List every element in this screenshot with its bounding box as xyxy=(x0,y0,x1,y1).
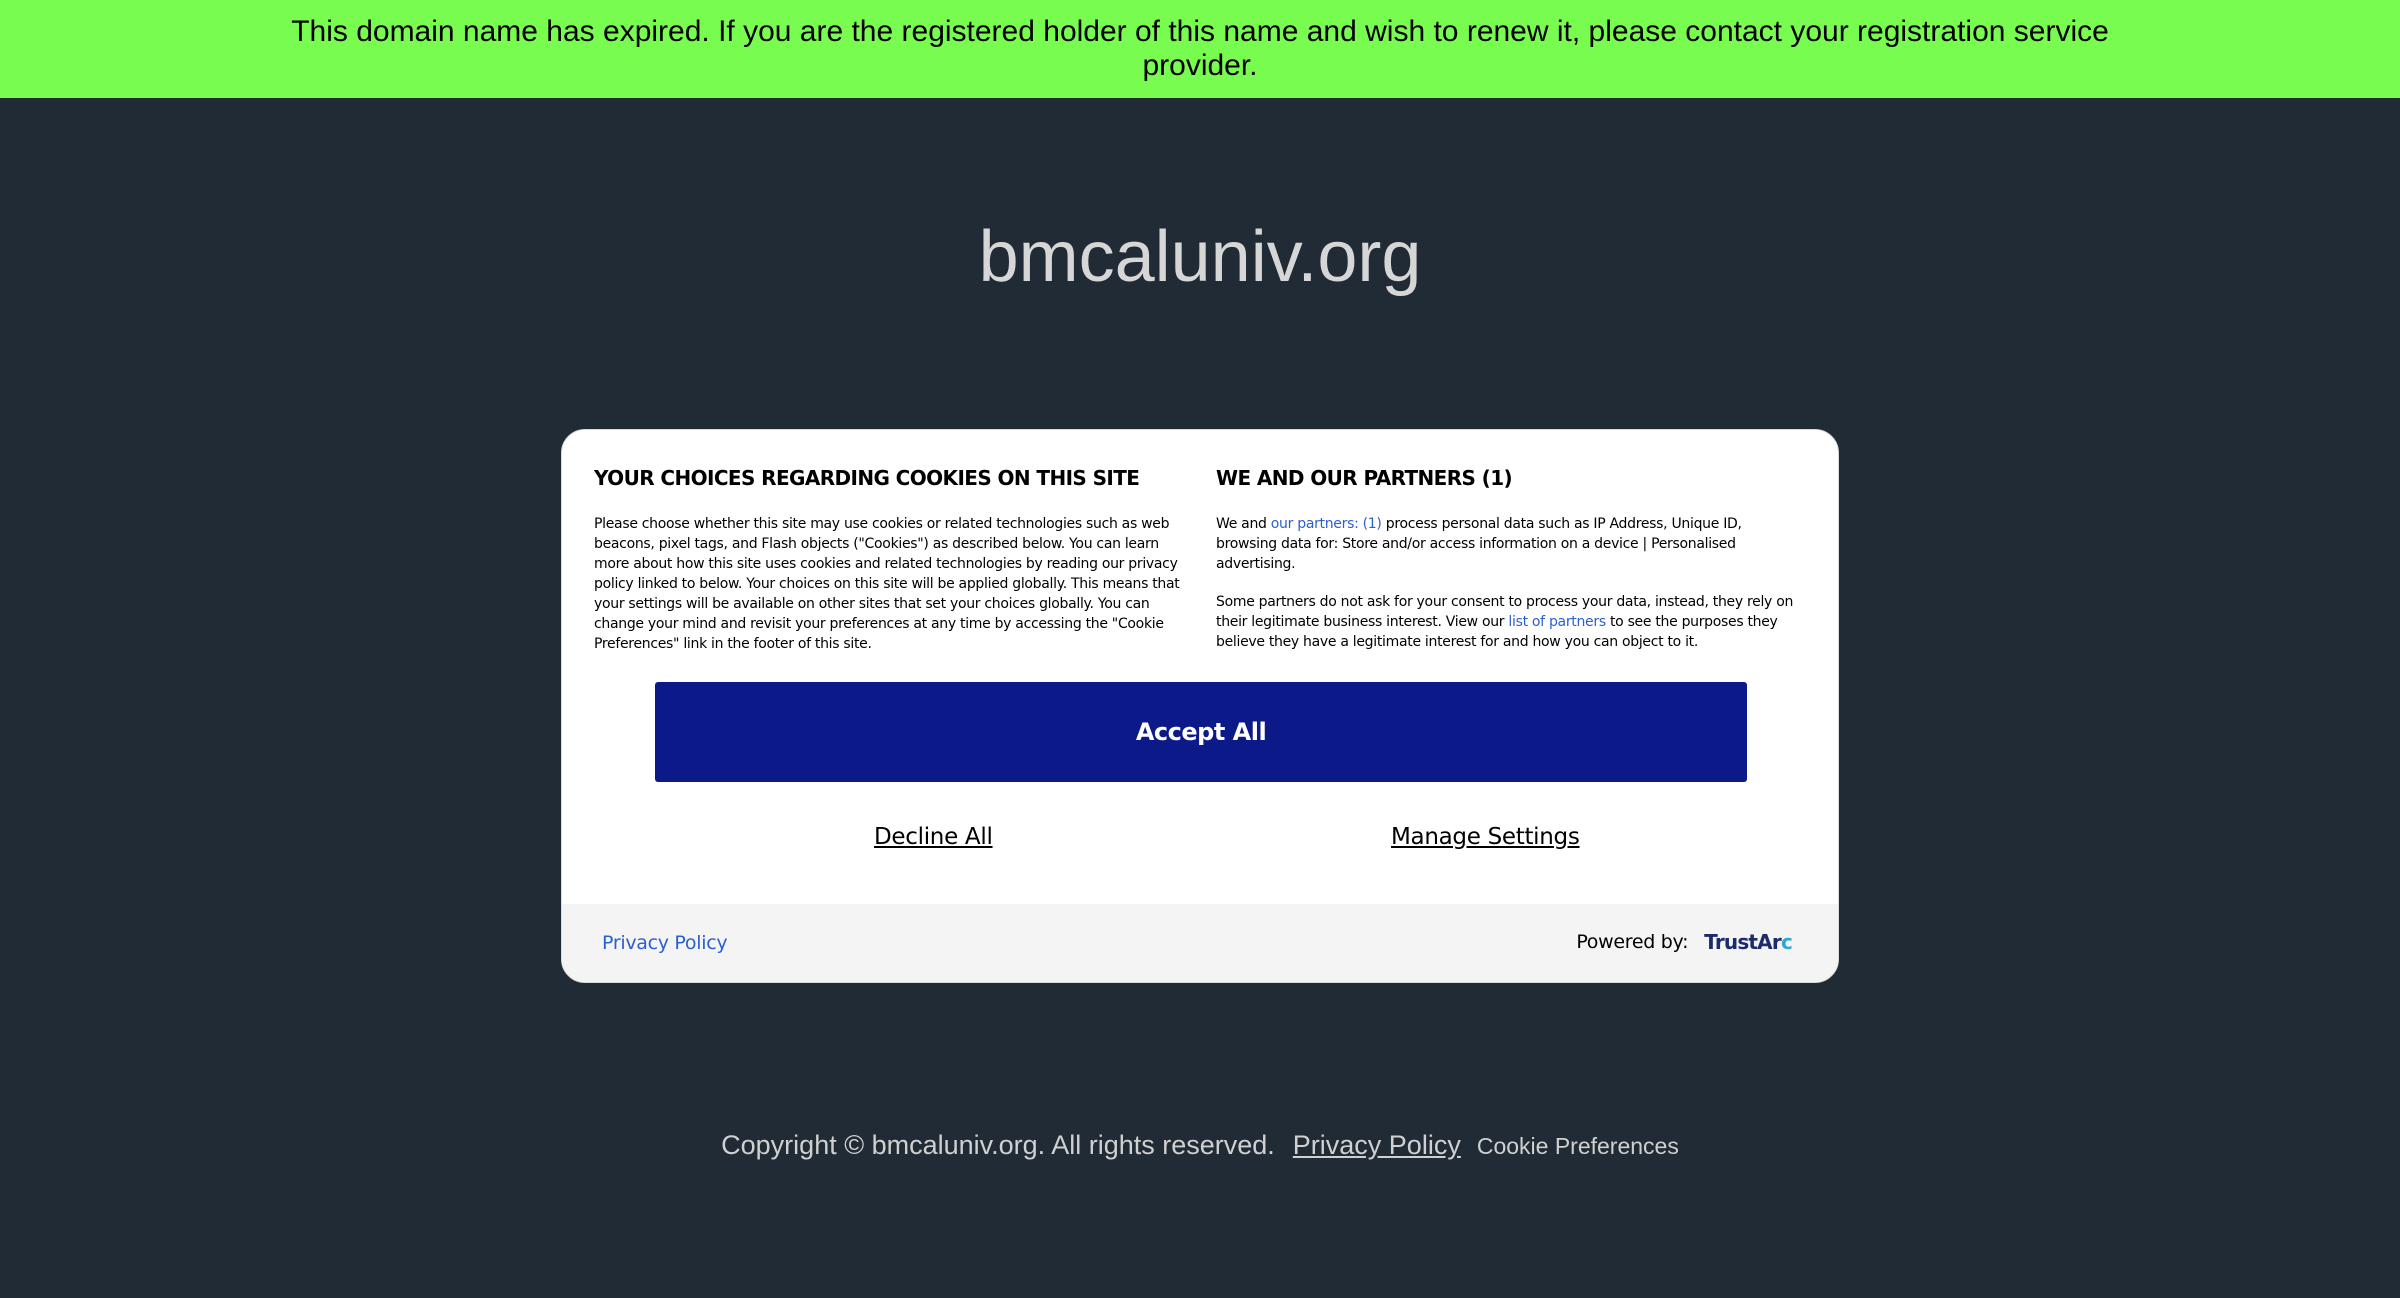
accept-all-button[interactable]: Accept All xyxy=(655,682,1747,782)
powered-by: Powered by: TrustArc xyxy=(1576,930,1792,954)
cookie-choices-heading: YOUR CHOICES REGARDING COOKIES ON THIS S… xyxy=(594,466,1140,490)
our-partners-link[interactable]: our partners: (1) xyxy=(1271,516,1382,532)
footer-privacy-policy-link[interactable]: Privacy Policy xyxy=(1293,1130,1461,1161)
copyright-text: Copyright © bmcaluniv.org. All rights re… xyxy=(721,1130,1275,1160)
partners-text-1a: We and xyxy=(1216,516,1271,532)
page-footer: Copyright © bmcaluniv.org. All rights re… xyxy=(0,1130,2400,1161)
trustarc-logo-accent: c xyxy=(1780,930,1793,954)
list-of-partners-link[interactable]: list of partners xyxy=(1508,614,1606,630)
trustarc-logo-text: TrustAr xyxy=(1704,930,1782,954)
dialog-privacy-policy-link[interactable]: Privacy Policy xyxy=(602,932,728,954)
domain-title: bmcaluniv.org xyxy=(978,217,1422,297)
partners-paragraph-2: Some partners do not ask for your consen… xyxy=(1216,592,1806,652)
cookie-preferences-link[interactable]: Cookie Preferences xyxy=(1477,1133,1679,1160)
decline-all-button[interactable]: Decline All xyxy=(874,824,993,850)
trustarc-logo[interactable]: TrustArc xyxy=(1704,930,1793,954)
dialog-footer: Privacy Policy Powered by: TrustArc xyxy=(562,904,1838,982)
powered-by-label: Powered by: xyxy=(1576,931,1689,953)
partners-paragraph-1: We and our partners: (1) process persona… xyxy=(1216,514,1806,574)
partners-heading: WE AND OUR PARTNERS (1) xyxy=(1216,466,1513,490)
cookie-choices-text: Please choose whether this site may use … xyxy=(594,516,1180,652)
cookie-consent-dialog: YOUR CHOICES REGARDING COOKIES ON THIS S… xyxy=(561,429,1839,983)
cookie-choices-section: YOUR CHOICES REGARDING COOKIES ON THIS S… xyxy=(594,464,1184,672)
manage-settings-button[interactable]: Manage Settings xyxy=(1391,824,1580,850)
expired-banner: This domain name has expired. If you are… xyxy=(0,0,2400,98)
partners-section: WE AND OUR PARTNERS (1) We and our partn… xyxy=(1216,464,1806,670)
expired-message: This domain name has expired. If you are… xyxy=(291,15,2109,82)
